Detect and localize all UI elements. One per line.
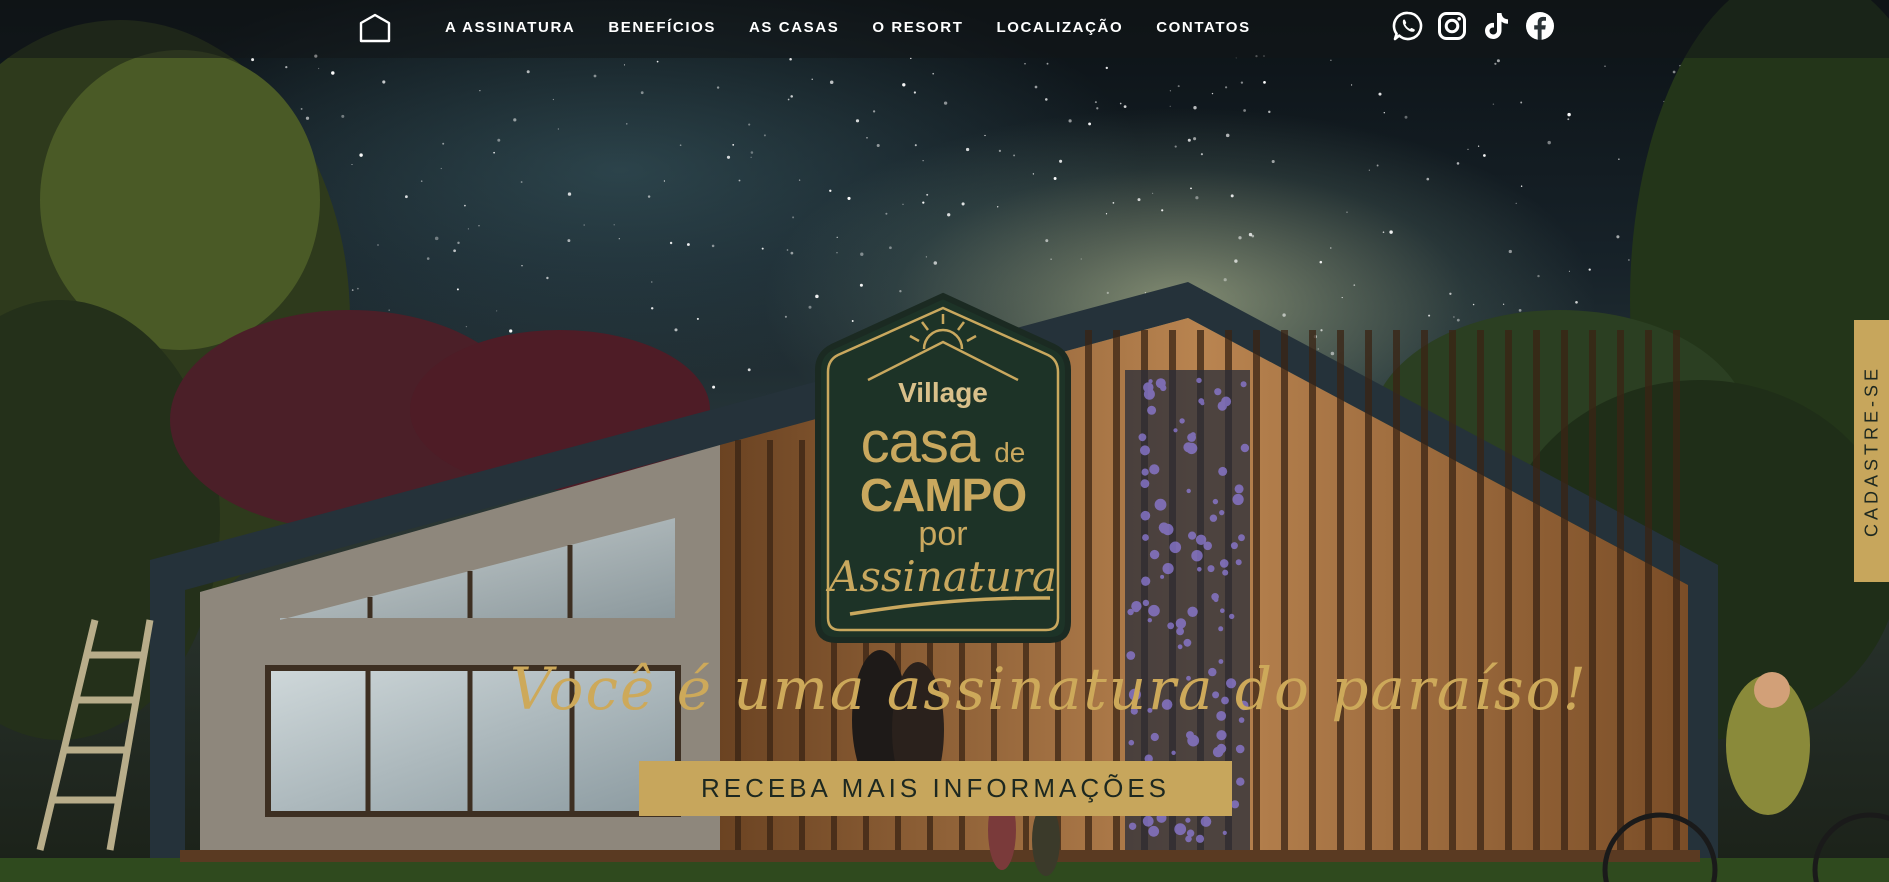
social-links (1392, 10, 1556, 42)
nav-link-as-casas[interactable]: AS CASAS (749, 19, 839, 36)
nav-link-localizacao[interactable]: LOCALIZAÇÃO (996, 19, 1123, 36)
village-casa-de-campo-logo: Village casa de CAMPO por Assinatura (814, 292, 1072, 644)
cadastre-se-label: CADASTRE-SE (1861, 364, 1881, 538)
logo-text-por: por (918, 515, 968, 553)
facebook-icon[interactable] (1524, 10, 1556, 42)
nav-link-contatos[interactable]: CONTATOS (1156, 19, 1250, 36)
top-navigation-bar: A ASSINATURA BENEFÍCIOS AS CASAS O RESOR… (0, 0, 1889, 58)
hero-tagline: Você é uma assinatura do paraíso! (510, 655, 1588, 723)
logo-text-campo: CAMPO (859, 469, 1027, 521)
tiktok-icon[interactable] (1480, 10, 1512, 42)
receba-informacoes-button[interactable]: RECEBA MAIS INFORMAÇÕES (639, 761, 1232, 816)
nav-link-a-assinatura[interactable]: A ASSINATURA (445, 19, 575, 36)
nav-link-o-resort[interactable]: O RESORT (872, 19, 963, 36)
whatsapp-icon[interactable] (1392, 10, 1424, 42)
instagram-icon[interactable] (1436, 10, 1468, 42)
logo-text-village: Village (898, 377, 988, 408)
nav-links: A ASSINATURA BENEFÍCIOS AS CASAS O RESOR… (445, 0, 1251, 54)
logo-text-casa: casa de (860, 410, 1026, 475)
cadastre-se-side-tab[interactable]: CADASTRE-SE (1854, 320, 1889, 582)
house-outline-icon[interactable] (358, 13, 392, 43)
nav-link-beneficios[interactable]: BENEFÍCIOS (608, 19, 716, 36)
logo-text-assinatura: Assinatura (828, 552, 1057, 601)
